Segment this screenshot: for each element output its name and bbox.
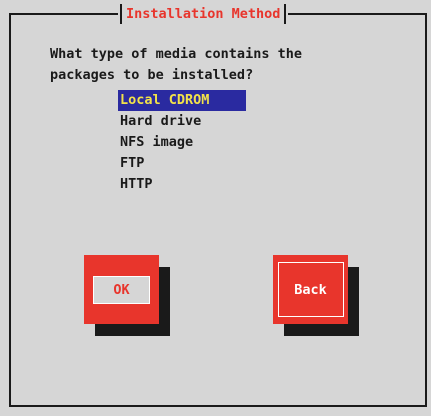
- list-item-ftp[interactable]: FTP: [118, 153, 246, 174]
- installation-method-dialog: Installation Method What type of media c…: [0, 0, 431, 416]
- back-button-label: Back: [277, 262, 344, 317]
- list-item-nfs-image[interactable]: NFS image: [118, 132, 246, 153]
- list-item-hard-drive[interactable]: Hard drive: [118, 111, 246, 132]
- back-button[interactable]: Back: [273, 255, 348, 324]
- dialog-title-bar: Installation Method: [118, 3, 289, 25]
- title-right-bracket: [284, 4, 287, 24]
- list-item-local-cdrom[interactable]: Local CDROM: [118, 90, 246, 111]
- ok-button[interactable]: OK: [84, 255, 159, 324]
- media-type-list[interactable]: Local CDROM Hard drive NFS image FTP HTT…: [118, 90, 246, 195]
- media-question: What type of media contains the packages…: [50, 46, 302, 83]
- list-item-http[interactable]: HTTP: [118, 174, 246, 195]
- ok-button-label: OK: [93, 275, 150, 304]
- dialog-title: Installation Method: [126, 6, 281, 22]
